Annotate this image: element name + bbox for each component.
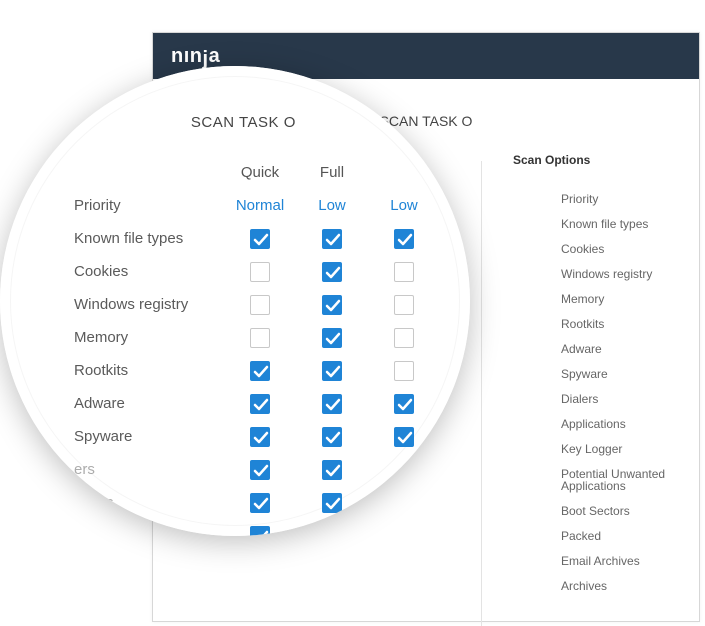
row-priority: Priority Normal Low Low: [74, 189, 454, 222]
row-label: Known file types: [74, 230, 224, 247]
row-rootkits: Rootkits: [74, 354, 454, 387]
checkbox-rootkits-quick[interactable]: [250, 361, 270, 381]
bg-option: Cookies: [561, 243, 691, 255]
row-partial-1: ers: [74, 453, 454, 486]
checkbox-rootkits-full[interactable]: [322, 361, 342, 381]
magnifier-lens: SCAN TASK O Quick Full Priority Normal L…: [0, 66, 470, 536]
bg-divider: [481, 161, 482, 626]
checkbox-adware-third[interactable]: [394, 394, 414, 414]
checkbox-cookies-quick[interactable]: [250, 262, 270, 282]
bg-option: Rootkits: [561, 318, 691, 330]
row-label: Rootkits: [74, 362, 224, 379]
bg-option: Key Logger: [561, 443, 691, 455]
checkbox-adware-full[interactable]: [322, 394, 342, 414]
checkbox-spyware-third[interactable]: [394, 427, 414, 447]
checkbox-registry-quick[interactable]: [250, 295, 270, 315]
checkbox-known-quick[interactable]: [250, 229, 270, 249]
priority-full-select[interactable]: Low: [318, 197, 346, 214]
row-label: s: [74, 494, 224, 511]
bg-option: Windows registry: [561, 268, 691, 280]
bg-option: Email Archives: [561, 555, 691, 567]
row-label: ers: [74, 461, 224, 478]
bg-option: Boot Sectors: [561, 505, 691, 517]
table-header-row: Quick Full: [74, 156, 454, 189]
bg-option: Adware: [561, 343, 691, 355]
checkbox-rootkits-third[interactable]: [394, 361, 414, 381]
checkbox-partial3-quick[interactable]: [250, 526, 270, 537]
row-label: Priority: [74, 197, 224, 214]
checkbox-registry-full[interactable]: [322, 295, 342, 315]
bg-option: Archives: [561, 580, 691, 592]
bg-option: Applications: [561, 418, 691, 430]
bg-option: Potential Unwanted Applications: [561, 468, 691, 492]
checkbox-known-third[interactable]: [394, 229, 414, 249]
row-memory: Memory: [74, 321, 454, 354]
bg-option: Packed: [561, 530, 691, 542]
checkbox-cookies-third[interactable]: [394, 262, 414, 282]
row-label: Windows registry: [74, 296, 224, 313]
checkbox-partial2-quick[interactable]: [250, 493, 270, 513]
bg-option: Dialers: [561, 393, 691, 405]
checkbox-memory-quick[interactable]: [250, 328, 270, 348]
col-full-header: Full: [296, 164, 368, 181]
checkbox-adware-quick[interactable]: [250, 394, 270, 414]
app-logo: nınja: [171, 45, 220, 68]
bg-option: Known file types: [561, 218, 691, 230]
priority-third-select[interactable]: Low: [390, 197, 418, 214]
row-windows-registry: Windows registry: [74, 288, 454, 321]
bg-option: Priority: [561, 193, 691, 205]
checkbox-known-full[interactable]: [322, 229, 342, 249]
bg-option: Memory: [561, 293, 691, 305]
checkbox-partial2-full[interactable]: [322, 493, 342, 513]
bg-option: Spyware: [561, 368, 691, 380]
col-quick-header: Quick: [224, 164, 296, 181]
checkbox-cookies-full[interactable]: [322, 262, 342, 282]
priority-quick-select[interactable]: Normal: [236, 197, 284, 214]
row-label: Spyware: [74, 428, 224, 445]
row-label: Adware: [74, 395, 224, 412]
checkbox-partial1-full[interactable]: [322, 460, 342, 480]
checkbox-registry-third[interactable]: [394, 295, 414, 315]
row-known-file-types: Known file types: [74, 222, 454, 255]
checkbox-spyware-full[interactable]: [322, 427, 342, 447]
row-spyware: Spyware: [74, 420, 454, 453]
row-adware: Adware: [74, 387, 454, 420]
checkbox-spyware-quick[interactable]: [250, 427, 270, 447]
bg-scan-options-heading: Scan Options: [513, 153, 590, 167]
row-label: Memory: [74, 329, 224, 346]
lens-title: SCAN TASK O: [191, 114, 296, 131]
checkbox-memory-third[interactable]: [394, 328, 414, 348]
scan-options-table: Quick Full Priority Normal Low Low Known…: [74, 156, 454, 536]
row-partial-3: [74, 519, 454, 536]
checkbox-memory-full[interactable]: [322, 328, 342, 348]
row-partial-2: s: [74, 486, 454, 519]
checkbox-partial1-quick[interactable]: [250, 460, 270, 480]
row-label: Cookies: [74, 263, 224, 280]
row-cookies: Cookies: [74, 255, 454, 288]
bg-options-list: Priority Known file types Cookies Window…: [561, 193, 691, 605]
